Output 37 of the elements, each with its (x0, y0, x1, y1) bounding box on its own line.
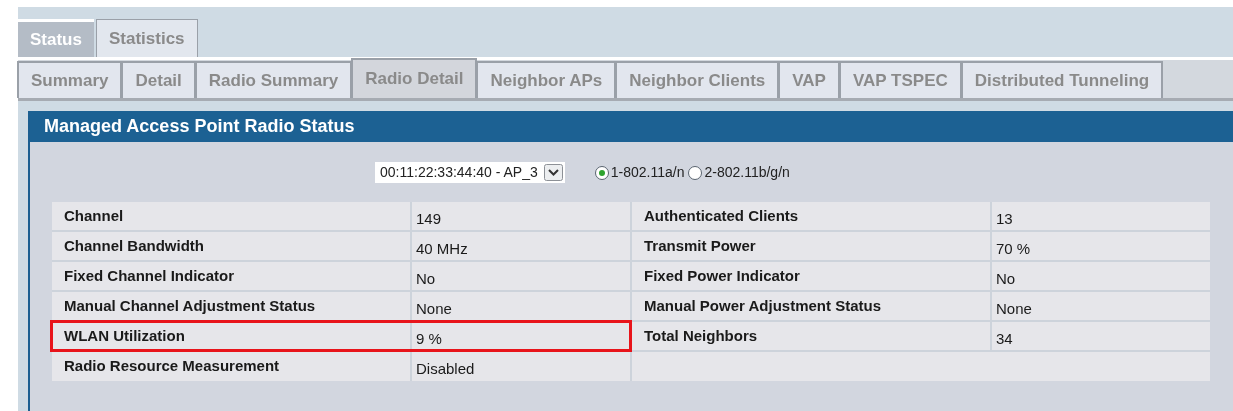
field-value: 149 (412, 202, 630, 230)
sub-tab[interactable]: Neighbor APs (476, 61, 617, 98)
sub-tab[interactable]: Radio Summary (194, 61, 353, 98)
field-value: 34 (992, 322, 1210, 350)
radio-option[interactable]: 1-802.11a/n (594, 162, 685, 183)
field-value: None (992, 292, 1210, 320)
field-label: WLAN Utilization (52, 322, 410, 350)
radio-option[interactable]: 2-802.11b/g/n (688, 162, 790, 183)
field-label: Transmit Power (632, 232, 990, 260)
sub-tab[interactable]: Distributed Tunneling (960, 61, 1164, 98)
field-label: Fixed Power Indicator (632, 262, 990, 290)
sub-tab[interactable]: Summary (17, 61, 123, 98)
field-label: Channel Bandwidth (52, 232, 410, 260)
sub-tab[interactable]: VAP TSPEC (838, 61, 962, 98)
field-label: Manual Channel Adjustment Status (52, 292, 410, 320)
field-value: No (412, 262, 630, 290)
field-label: Manual Power Adjustment Status (632, 292, 990, 320)
field-value: 40 MHz (412, 232, 630, 260)
ap-select[interactable]: 00:11:22:33:44:40 - AP_3 (375, 162, 565, 183)
tab[interactable]: Status (18, 19, 94, 57)
field-label: Authenticated Clients (632, 202, 990, 230)
field-value: 9 % (412, 322, 630, 350)
field-label: Total Neighbors (632, 322, 990, 350)
sub-tab[interactable]: Radio Detail (351, 58, 478, 98)
field-value: None (412, 292, 630, 320)
field-label: Channel (52, 202, 410, 230)
field-value: 70 % (992, 232, 1210, 260)
panel-header: Managed Access Point Radio Status (30, 111, 1233, 142)
field-value: Disabled (412, 352, 630, 381)
tab[interactable]: Statistics (95, 19, 198, 57)
field-value: No (992, 262, 1210, 290)
sub-tab[interactable]: Detail (121, 61, 196, 98)
field-value: 13 (992, 202, 1210, 230)
sub-tab[interactable]: VAP (778, 61, 840, 98)
sub-tab[interactable]: Neighbor Clients (615, 61, 780, 98)
field-label: Fixed Channel Indicator (52, 262, 410, 290)
field-label: Radio Resource Measurement (52, 352, 410, 381)
